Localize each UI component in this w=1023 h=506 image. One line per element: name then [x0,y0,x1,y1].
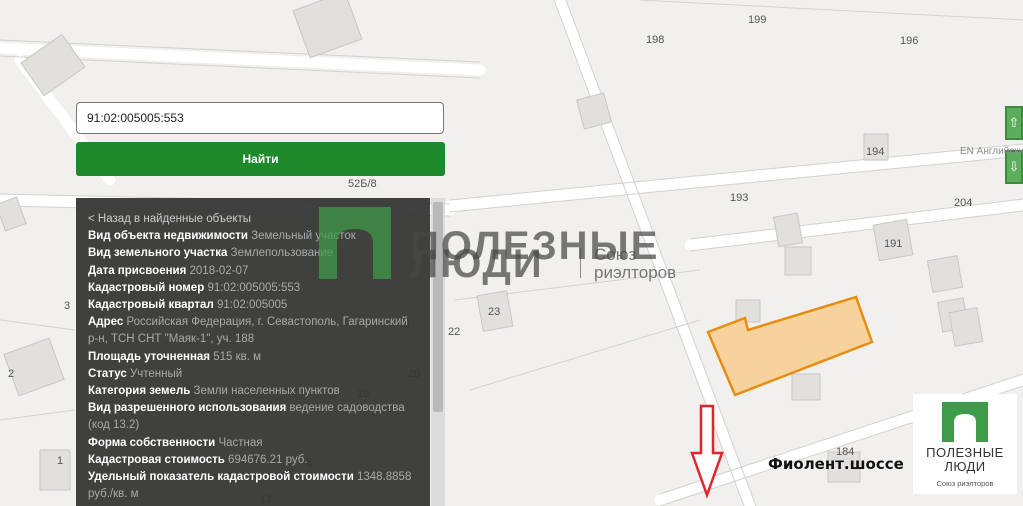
map-label-3: 3 [64,300,71,312]
map-label-52b8: 52Б/8 [348,178,377,190]
map-label-204: 204 [954,197,973,209]
watermark-divider [580,248,581,278]
watermark-sub-line2: риэлторов [594,263,677,282]
watermark-title-line2: ЛЮДИ [410,242,544,286]
info-row-area: Площадь уточненная 515 кв. м [88,350,262,363]
map-label-2: 2 [8,368,15,380]
map-label-199: 199 [748,14,767,26]
info-row-status: Статус Учтенный [88,367,183,380]
info-row-cadastral-quarter: Кадастровый квартал 91:02:005005 [88,299,288,312]
brand-logo: ПОЛЕЗНЫЕ ЛЮДИ Союз риэлторов [913,394,1017,494]
info-row-cadastral-number: Кадастровый номер 91:02:005005:553 [88,281,301,294]
brand-logo-line2: ЛЮДИ [944,459,986,474]
map-label-198: 198 [646,34,665,46]
info-row-address: Адрес Российская Федерация, г. Севастопо… [88,316,408,346]
map-label-1: 1 [57,455,64,467]
watermark-sub-line1: Союз [594,245,637,264]
info-row-ownership: Форма собственности Частная [88,436,263,449]
brand-logo-mark [942,402,988,442]
map-label-22: 22 [448,326,461,338]
info-row-permitted-use: Вид разрешенного использования ведение с… [88,402,405,432]
map-label-193: 193 [730,192,749,204]
map-label-23: 23 [488,306,501,318]
find-button[interactable]: Найти [76,142,445,176]
nav-up-button[interactable]: ⇧ [1005,106,1023,140]
info-row-land-category: Категория земель Земли населенных пункто… [88,385,340,398]
road-label-fiolent: Фиолент.шоссе [768,455,904,473]
map-label-196: 196 [900,35,919,47]
watermark-logo-mark [319,207,391,279]
info-row-unit-value: Удельный показатель кадастровой стоимост… [88,471,412,501]
info-row-cadastral-value: Кадастровая стоимость 694676.21 руб. [88,453,308,466]
map-label-194: 194 [866,146,885,158]
map-label-191: 191 [884,238,903,250]
cadastral-search-input[interactable] [76,102,444,134]
brand-logo-line3: Союз риэлторов [936,479,994,488]
brand-logo-line1: ПОЛЕЗНЫЕ [926,445,1004,460]
language-selector[interactable]: EN Английский [960,146,1023,157]
